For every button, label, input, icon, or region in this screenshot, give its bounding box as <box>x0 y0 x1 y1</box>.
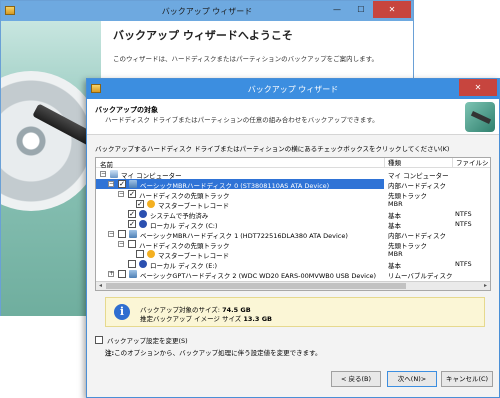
note-prefix: 注: <box>105 349 115 357</box>
wizard-header: バックアップの対象 ハードディスク ドライブまたはパーティションの任意の組み合わ… <box>87 99 499 135</box>
row-type: リムーバブルディスク <box>388 272 453 280</box>
tree-header: 名前 種類 ファイルシ <box>96 158 490 169</box>
computer-icon <box>110 170 118 178</box>
scroll-left-icon[interactable]: ◂ <box>96 282 105 289</box>
collapse-icon[interactable]: − <box>118 241 124 247</box>
collapse-icon[interactable]: − <box>100 171 106 177</box>
cancel-button[interactable]: キャンセル(C) <box>441 371 493 387</box>
row-type: MBR <box>388 200 403 208</box>
size-info-panel: i バックアップ対象のサイズ: 74.5 GB 推定バックアップ イメージ サイ… <box>105 297 485 327</box>
tree-row[interactable]: − ベーシックMBRハードディスク 1 (HDT722516DLA380 ATA… <box>96 229 476 240</box>
header-subtitle: ハードディスク ドライブまたはパーティションの任意の組み合わせをバックアップでき… <box>105 116 379 124</box>
backup-wizard-window: バックアップ ウィザード ✕ バックアップの対象 ハードディスク ドライブまたは… <box>86 78 500 398</box>
collapse-icon[interactable]: − <box>118 191 124 197</box>
info-icon: i <box>114 304 130 320</box>
tree-row[interactable]: ✓ システムで予約済み 基本 NTFS <box>96 209 476 220</box>
checkbox[interactable] <box>118 270 126 278</box>
change-settings-label[interactable]: バックアップ設定を変更(S) <box>107 337 188 345</box>
tree-row[interactable]: マスターブートレコード MBR <box>96 249 476 260</box>
wizard-titlebar[interactable]: バックアップ ウィザード ✕ <box>87 79 499 99</box>
collapse-icon[interactable]: − <box>108 231 114 237</box>
tree-row[interactable]: − ✓ ベーシックMBRハードディスク 0 (ST3808110AS ATA D… <box>96 179 384 190</box>
next-button[interactable]: 次へ(N)> <box>387 371 437 387</box>
back-button[interactable]: < 戻る(B) <box>331 371 381 387</box>
close-button[interactable]: ✕ <box>373 1 411 18</box>
track-icon <box>147 200 155 208</box>
horizontal-scrollbar[interactable]: ◂ ▸ <box>96 281 490 290</box>
row-type: MBR <box>388 250 403 258</box>
checkbox[interactable]: ✓ <box>128 210 136 218</box>
welcome-heading: バックアップ ウィザードへようこそ <box>113 29 293 42</box>
row-name: ベーシックGPTハードディスク 2 (WDC WD20 EARS-00MVWB0… <box>140 272 377 280</box>
tree-row[interactable]: ✓ マスターブートレコード MBR <box>96 199 476 210</box>
scroll-right-icon[interactable]: ▸ <box>481 282 490 289</box>
column-name[interactable]: 名前 <box>100 159 113 169</box>
column-filesystem[interactable]: ファイルシ <box>452 158 489 168</box>
change-settings-checkbox[interactable] <box>95 336 103 344</box>
checkbox[interactable]: ✓ <box>118 180 126 188</box>
checkbox[interactable]: ✓ <box>128 220 136 228</box>
tree-row[interactable]: − マイ コンピューター マイ コンピューター <box>96 169 476 180</box>
note: 注:このオプションから、バックアップ処理に伴う設定値を変更できます。 <box>105 347 321 357</box>
row-fs: NTFS <box>455 210 472 218</box>
scrollbar-thumb[interactable] <box>106 283 406 289</box>
welcome-titlebar[interactable]: バックアップ ウィザード — ☐ ✕ <box>1 1 413 21</box>
harddisk-icon <box>129 180 137 188</box>
maximize-button[interactable]: ☐ <box>349 1 373 18</box>
tree-row[interactable]: ローカル ディスク (E:) 基本 NTFS <box>96 259 476 270</box>
disk-tree[interactable]: 名前 種類 ファイルシ − マイ コンピューター マイ コンピューター − ✓ … <box>95 157 491 291</box>
tree-row[interactable]: + ベーシックGPTハードディスク 2 (WDC WD20 EARS-00MVW… <box>96 269 476 280</box>
note-text: このオプションから、バックアップ処理に伴う設定値を変更できます。 <box>114 349 322 357</box>
checkbox[interactable] <box>128 260 136 268</box>
image-size-value: 13.3 GB <box>243 315 272 323</box>
minimize-button[interactable]: — <box>325 1 349 18</box>
welcome-description: このウィザードは、ハードディスクまたはパーティションのバックアップをご案内します… <box>113 55 379 63</box>
backup-logo-icon <box>465 102 495 132</box>
image-size-label: 推定バックアップ イメージ サイズ <box>140 315 242 323</box>
change-settings-option[interactable]: バックアップ設定を変更(S) <box>95 335 188 345</box>
checkbox[interactable]: ✓ <box>136 200 144 208</box>
checkbox[interactable]: ✓ <box>128 190 136 198</box>
checkbox[interactable] <box>118 230 126 238</box>
row-type: マイ コンピューター <box>388 172 449 180</box>
column-type[interactable]: 種類 <box>384 158 401 168</box>
expand-icon[interactable]: + <box>108 271 114 277</box>
instruction-label: バックアップするハードディスク ドライブまたはパーティションの横にあるチェックボ… <box>95 145 450 153</box>
tree-row[interactable]: − ✓ ハードディスクの先頭トラック 先頭トラック <box>96 189 476 200</box>
checkbox[interactable] <box>128 240 136 248</box>
row-fs: NTFS <box>455 220 472 228</box>
harddisk-icon <box>129 230 137 238</box>
track-icon <box>147 250 155 258</box>
close-button[interactable]: ✕ <box>459 79 497 96</box>
tree-row[interactable]: ✓ ローカル ディスク (C:) 基本 NTFS <box>96 219 476 230</box>
partition-icon <box>139 210 147 218</box>
partition-icon <box>139 260 147 268</box>
collapse-icon[interactable]: − <box>108 181 114 187</box>
partition-icon <box>139 220 147 228</box>
checkbox[interactable] <box>136 250 144 258</box>
tree-row[interactable]: − ハードディスクの先頭トラック 先頭トラック <box>96 239 476 250</box>
row-fs: NTFS <box>455 260 472 268</box>
harddisk-icon <box>129 270 137 278</box>
wizard-title: バックアップ ウィザード <box>247 85 339 94</box>
